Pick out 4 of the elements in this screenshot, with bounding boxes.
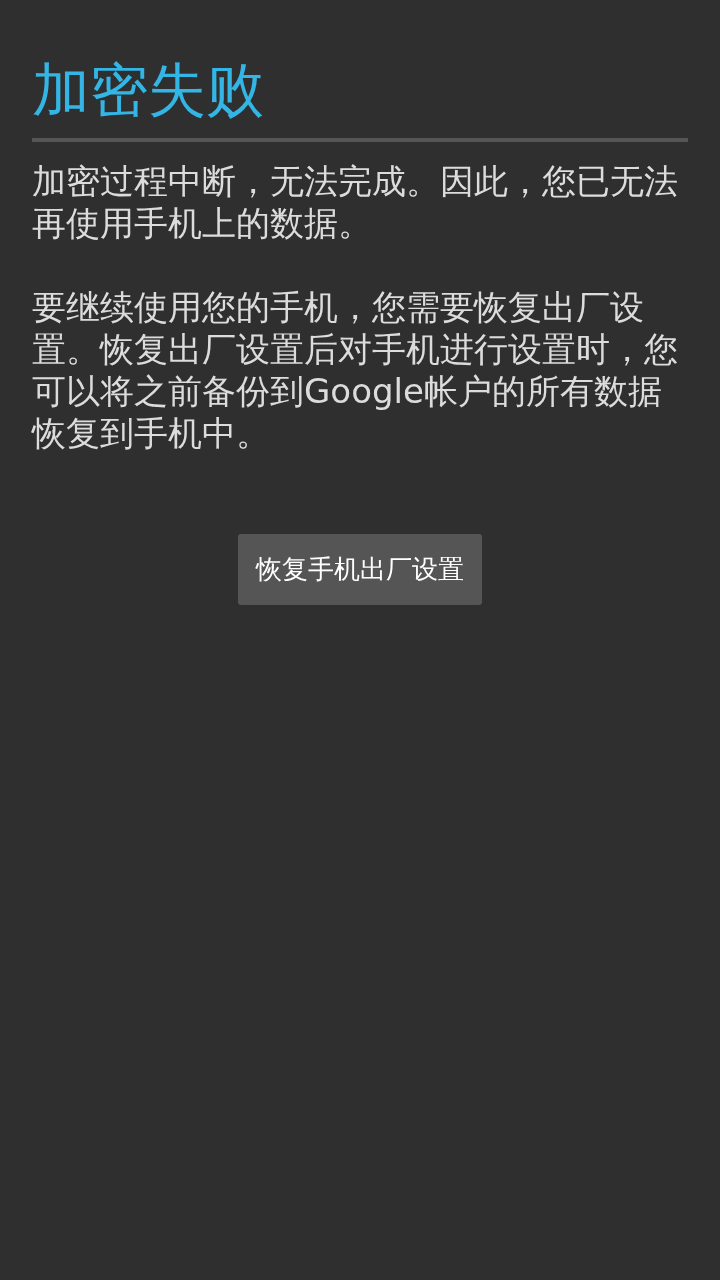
screen-title: 加密失败 <box>32 55 265 126</box>
message-paragraph: 要继续使用您的手机，您需要恢复出厂设置。恢复出厂设置后对手机进行设置时，您可以将之前备份到Google帐户的所有数据恢复到手机中。 <box>32 286 679 454</box>
message-paragraph: 加密过程中断，无法完成。因此，您已无法再使用手机上的数据。 <box>32 160 679 244</box>
factory-reset-button[interactable]: 恢复手机出厂设置 <box>238 534 482 605</box>
